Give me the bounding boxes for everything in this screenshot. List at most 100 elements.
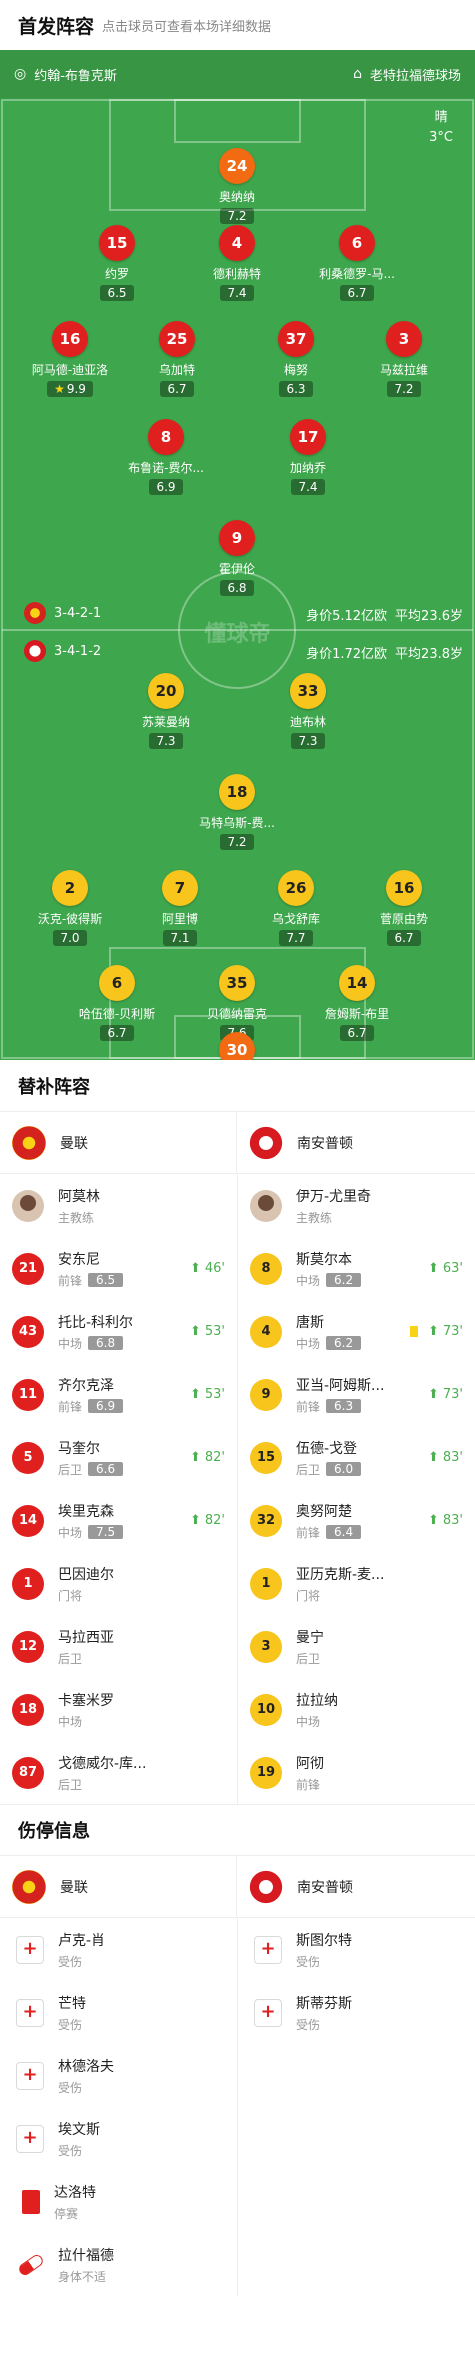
lineup-header: 首发阵容 点击球员可查看本场详细数据 (0, 0, 475, 50)
sub-row[interactable]: 9 亚当-阿姆斯... 前锋 6.3 ⬆ 73' (238, 1363, 475, 1426)
away-player-7[interactable]: 6 哈伍德-贝利斯 6.7 (52, 965, 182, 1041)
away-player-6[interactable]: 16 菅原由势 6.7 (339, 870, 469, 946)
player-name: 乌加特 (158, 363, 195, 377)
player-number: 33 (290, 673, 326, 709)
player-rating: 6.7 (160, 381, 194, 397)
injury-row[interactable]: 斯图尔特受伤 (238, 1918, 475, 1981)
sub-row[interactable]: 15 伍德-戈登 后卫 6.0 ⬆ 83' (238, 1426, 475, 1489)
sub-in-minute: 46' (204, 1261, 225, 1276)
sub-in-minute: 53' (204, 1324, 225, 1339)
home-player-5[interactable]: 25 乌加特 6.7 (112, 321, 242, 397)
man-utd-logo-icon (24, 602, 46, 624)
injury-row[interactable]: 斯蒂芬斯受伤 (238, 1981, 475, 2044)
player-number: 18 (219, 774, 255, 810)
away-player-9[interactable]: 14 詹姆斯-布里 6.7 (292, 965, 422, 1041)
sub-row[interactable]: 11 齐尔克泽 前锋 6.9 ⬆ 53' (0, 1363, 237, 1426)
sub-row[interactable]: 8 斯莫尔本 中场 6.2 ⬆ 63' (238, 1237, 475, 1300)
player-rating: 7.4 (220, 285, 254, 301)
player-number: 9 (219, 520, 255, 556)
sub-row[interactable]: 21 安东尼 前锋 6.5 ⬆ 46' (0, 1237, 237, 1300)
away-formation: 3-4-1-2 (24, 640, 101, 662)
home-player-10[interactable]: 9 霍伊伦 6.8 (172, 520, 302, 596)
injury-home-team[interactable]: 曼联 (0, 1856, 237, 1917)
sub-in: ⬆ 73' (409, 1324, 463, 1339)
player-number: 3 (386, 321, 422, 357)
home-player-7[interactable]: 3 马兹拉维 7.2 (339, 321, 469, 397)
subs-away-column: 伊万-尤里奇 主教练 8 斯莫尔本 中场 6.2 ⬆ 63' 4 唐斯 中场 6.2 ⬆ 73' 9 亚当-… (238, 1174, 475, 1804)
sub-row[interactable]: 87 戈德威尔-库... 后卫 (0, 1741, 237, 1804)
sub-row[interactable]: 18 卡塞米罗 中场 (0, 1678, 237, 1741)
injury-status: 身体不适 (58, 2269, 107, 2284)
player-number: 6 (339, 225, 375, 261)
injury-status: 受伤 (296, 2017, 321, 2032)
arrow-up-icon: ⬆ (427, 1513, 439, 1528)
southampton-logo-icon (24, 640, 46, 662)
away-player-0[interactable]: 20 苏莱曼纳 7.3 (101, 673, 231, 749)
home-player-3[interactable]: 6 利桑德罗-马... 6.7 (292, 225, 422, 301)
away-player-8[interactable]: 35贝德纳雷克7.6 (172, 965, 302, 1041)
coach-role: 主教练 (296, 1210, 333, 1225)
injury-away-team[interactable]: 南安普顿 (237, 1856, 474, 1917)
sub-in-minute: 82' (204, 1513, 225, 1528)
injury-row[interactable]: 达洛特 停赛 (0, 2170, 237, 2233)
player-number: 15 (99, 225, 135, 261)
player-number: 30 (219, 1032, 255, 1060)
sub-position: 中场 (58, 1714, 83, 1729)
home-player-2[interactable]: 4 德利赫特 7.4 (172, 225, 302, 301)
coach-row[interactable]: 阿莫林 主教练 (0, 1174, 237, 1237)
pitch: ◎ 约翰-布鲁克斯 ⌂ 老特拉福德球场 晴 3°C 懂球帝 3-4-2-1 身价5.… (0, 50, 475, 1060)
sub-row[interactable]: 14 埃里克森 中场 7.5 ⬆ 82' (0, 1489, 237, 1552)
home-player-1[interactable]: 15 约罗 6.5 (52, 225, 182, 301)
sub-row[interactable]: 4 唐斯 中场 6.2 ⬆ 73' (238, 1300, 475, 1363)
section-title: 首发阵容 (18, 15, 95, 38)
home-player-0[interactable]: 24 奥纳纳 7.2 (172, 148, 302, 224)
injury-row[interactable]: 埃文斯受伤 (0, 2107, 237, 2170)
sub-row[interactable]: 32 奥努阿楚 前锋 6.4 ⬆ 83' (238, 1489, 475, 1552)
player-rating: 7.0 (53, 930, 87, 946)
sub-name: 戈德威尔-库... (58, 1755, 147, 1772)
home-value-text: 身价5.12亿欧 (306, 609, 388, 624)
sub-row[interactable]: 10 拉拉纳 中场 (238, 1678, 475, 1741)
star-icon: ★ (54, 382, 65, 396)
injury-status: 受伤 (58, 1954, 83, 1969)
coach-row[interactable]: 伊万-尤里奇 主教练 (238, 1174, 475, 1237)
subs-title: 替补阵容 (0, 1060, 475, 1112)
away-player-2[interactable]: 18 马特乌斯-费... 7.2 (172, 774, 302, 850)
man-utd-logo-icon (12, 1125, 46, 1160)
player-name: 霍伊伦 (218, 562, 255, 576)
injury-row[interactable]: 卢克-肖受伤 (0, 1918, 237, 1981)
player-number: 6 (99, 965, 135, 1001)
subs-home-team[interactable]: 曼联 (0, 1112, 237, 1173)
sub-row[interactable]: 1 亚历克斯-麦... 门将 (238, 1552, 475, 1615)
player-number: 20 (148, 673, 184, 709)
sub-in: ⬆ 82' (190, 1513, 225, 1528)
player-name: 利桑德罗-马... (319, 267, 395, 281)
player-rating: 7.4 (291, 479, 325, 495)
away-player-4[interactable]: 7 阿里博 7.1 (115, 870, 245, 946)
home-player-8[interactable]: 8 布鲁诺-费尔... 6.9 (101, 419, 231, 495)
sub-row[interactable]: 3 曼宁 后卫 (238, 1615, 475, 1678)
home-formation: 3-4-2-1 (24, 602, 101, 624)
injury-teams: 曼联 南安普顿 (0, 1856, 475, 1918)
sub-position: 前锋 (296, 1777, 321, 1792)
sub-number: 1 (250, 1567, 282, 1600)
away-player-10[interactable]: 30拉姆斯代尔7.2 (172, 1032, 302, 1060)
sub-in: ⬆ 83' (428, 1450, 463, 1465)
sub-row[interactable]: 12 马拉西亚 后卫 (0, 1615, 237, 1678)
injury-row[interactable]: 拉什福德 身体不适 (0, 2233, 237, 2296)
sub-row[interactable]: 43 托比-科利尔 中场 6.8 ⬆ 53' (0, 1300, 237, 1363)
sub-number: 8 (250, 1252, 282, 1285)
sub-row[interactable]: 5 马奎尔 后卫 6.6 ⬆ 82' (0, 1426, 237, 1489)
away-player-1[interactable]: 33 迪布林 7.3 (243, 673, 373, 749)
home-player-9[interactable]: 17 加纳乔 7.4 (243, 419, 373, 495)
subs-away-team[interactable]: 南安普顿 (237, 1112, 474, 1173)
player-rating: 7.7 (279, 930, 313, 946)
sub-row[interactable]: 1 巴因迪尔 门将 (0, 1552, 237, 1615)
injury-row[interactable]: 林德洛夫受伤 (0, 2044, 237, 2107)
injury-row[interactable]: 芒特受伤 (0, 1981, 237, 2044)
injury-status: 停赛 (54, 2206, 79, 2221)
sub-row[interactable]: 19 阿彻 前锋 (238, 1741, 475, 1804)
sub-position: 前锋 (58, 1273, 83, 1288)
sub-in: ⬆ 73' (428, 1387, 463, 1402)
medical-kit-icon (16, 1998, 44, 2027)
